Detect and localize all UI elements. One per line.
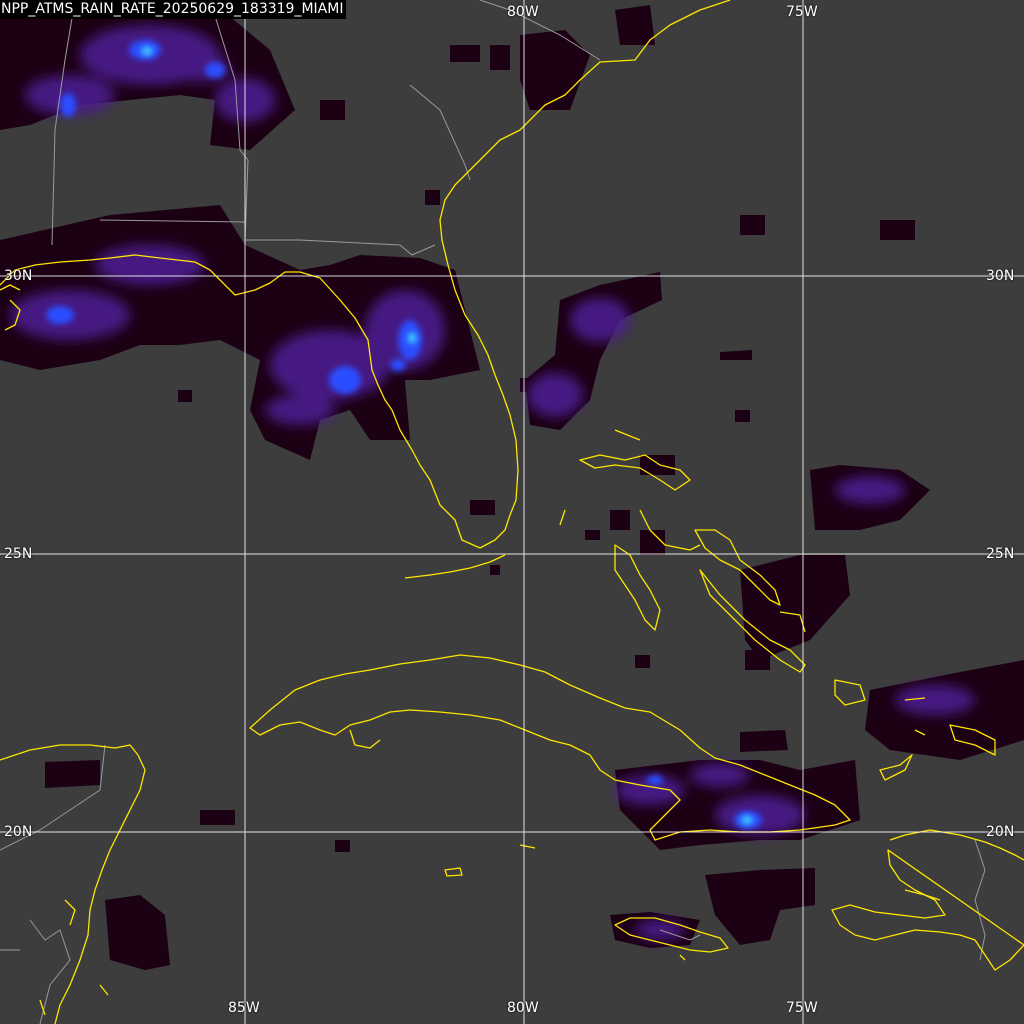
label-right-20n: 20N (986, 824, 1015, 840)
product-title: NPP_ATMS_RAIN_RATE_20250629_183319_MIAMI (0, 0, 347, 19)
label-top-75w: 75W (786, 4, 818, 20)
label-left-30n: 30N (4, 268, 33, 284)
rain-peak-areas (141, 46, 753, 825)
label-right-30n: 30N (986, 268, 1015, 284)
coast-yucatan (0, 744, 146, 1024)
label-top-80w: 80W (507, 4, 539, 20)
label-right-25n: 25N (986, 546, 1015, 562)
coast-hispaniola (831, 829, 1024, 971)
rain-rate-map: 80W 75W 85W 80W 75W 30N 25N 20N 30N 25N … (0, 0, 1024, 1024)
label-bottom-80w: 80W (507, 1000, 539, 1016)
map-canvas (0, 0, 1024, 1024)
label-left-20n: 20N (4, 824, 33, 840)
rain-rate-layer (0, 0, 1024, 970)
label-bottom-85w: 85W (228, 1000, 260, 1016)
label-bottom-75w: 75W (786, 1000, 818, 1016)
label-left-25n: 25N (4, 546, 33, 562)
coast-bahamas-andros (614, 544, 661, 631)
coast-us-atlantic (439, 0, 731, 549)
